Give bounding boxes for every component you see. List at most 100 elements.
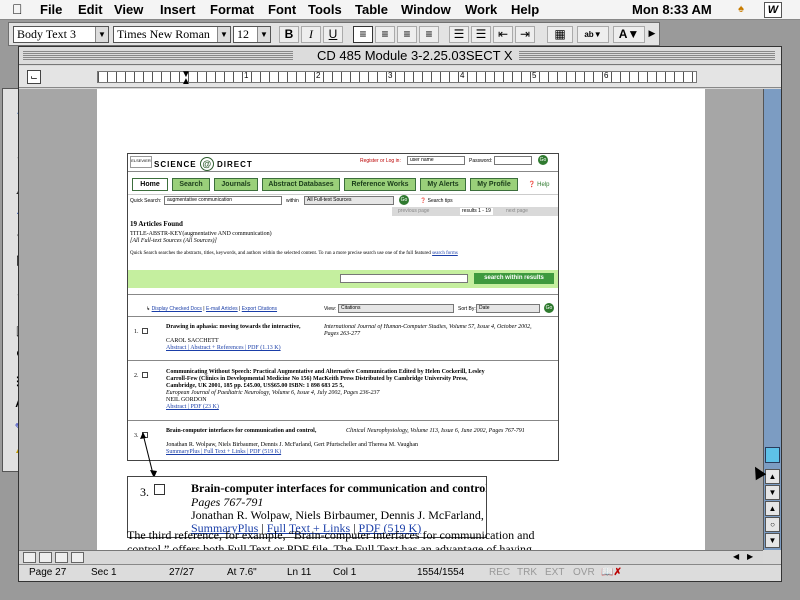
increase-indent-button[interactable]: ⇥ (515, 26, 535, 43)
bold-button[interactable]: B (279, 26, 299, 43)
align-right-button[interactable]: ≡ (397, 26, 417, 43)
align-left-button[interactable]: ≡ (353, 26, 373, 43)
result-title[interactable]: Brain-computer interfaces for communicat… (166, 428, 316, 435)
menu-work[interactable]: Work (465, 2, 497, 18)
password-input[interactable] (494, 156, 532, 165)
quick-search-go-button[interactable]: Go (399, 195, 409, 205)
scroll-right-button[interactable]: ▶ (747, 552, 753, 561)
email-articles-link[interactable]: E-mail Articles (206, 306, 238, 312)
assistant-icon[interactable]: ♠ (732, 2, 750, 18)
window-title-bar[interactable]: CD 485 Module 3-2.25.03SECT X (19, 47, 781, 65)
menu-tools[interactable]: Tools (308, 2, 342, 18)
result-title[interactable]: Communicating Without Speech: Practical … (166, 369, 485, 376)
search-tips-link[interactable]: ❓ Search tips (420, 198, 453, 205)
document-window: CD 485 Module 3-2.25.03SECT X ⌙ ▼ ▲ 1 2 3… (18, 46, 782, 582)
bulleted-list-icon: ☰ (475, 27, 487, 41)
menu-font[interactable]: Font (268, 2, 296, 18)
size-dropdown[interactable]: 12 ▼ (233, 26, 271, 43)
apple-menu-icon[interactable]:  (12, 2, 26, 17)
view-select[interactable]: Citations (338, 304, 454, 313)
previous-page-link[interactable]: previous page (398, 208, 429, 215)
toolbar-more-button[interactable]: ▶ (647, 26, 657, 43)
status-ovr[interactable]: OVR (573, 567, 595, 579)
menu-table[interactable]: Table (355, 2, 388, 18)
spelling-status-icon[interactable]: 📖✗ (601, 567, 622, 579)
result-links[interactable]: Abstract | PDF (23 K) (166, 404, 219, 411)
sd-tab-home[interactable]: Home (132, 178, 168, 191)
result-links[interactable]: Abstract | Abstract + References | PDF (… (166, 345, 281, 352)
word-app-icon[interactable]: W (764, 2, 782, 18)
result-checkbox[interactable] (142, 328, 148, 334)
export-citations-link[interactable]: Export Citations (242, 306, 277, 312)
vertical-scrollbar[interactable]: ▲ ▼ ▲ ○ ▼ (763, 89, 781, 550)
highlight-button[interactable]: ab▼ (577, 26, 609, 43)
status-trk[interactable]: TRK (517, 567, 537, 579)
status-ext[interactable]: EXT (545, 567, 564, 579)
zoom-result-checkbox[interactable] (154, 484, 165, 495)
sortby-select[interactable]: Date (476, 304, 540, 313)
scroll-down-button[interactable]: ▼ (765, 485, 780, 500)
menu-insert[interactable]: Insert (160, 2, 195, 18)
previous-page-button[interactable]: ▲ (765, 501, 780, 516)
next-page-button[interactable]: ▼ (765, 533, 780, 548)
tab-stop-icon[interactable]: ⌙ (27, 70, 41, 84)
indent-marker-icon[interactable]: ▼ ▲ (181, 70, 191, 87)
divider (128, 171, 558, 172)
divider (128, 294, 558, 295)
font-color-button[interactable]: A▼ (613, 26, 645, 43)
scroll-left-button[interactable]: ◀ (733, 552, 739, 561)
menu-window[interactable]: Window (401, 2, 451, 18)
result-checkbox[interactable] (142, 372, 148, 378)
sd-tab-my-alerts[interactable]: My Alerts (420, 178, 466, 191)
result-source: European Journal of Paediatric Neurology… (166, 390, 380, 396)
size-value: 12 (237, 27, 249, 41)
horizontal-scrollbar[interactable]: ◀ ▶ (19, 550, 763, 564)
normal-view-button[interactable] (23, 552, 36, 563)
username-input[interactable]: user name (407, 156, 465, 165)
quick-search-input[interactable]: augmentative communication (164, 196, 282, 205)
menu-edit[interactable]: Edit (78, 2, 103, 18)
underline-button[interactable]: U (323, 26, 343, 43)
display-checked-link[interactable]: Display Checked Docs (152, 306, 202, 312)
style-dropdown[interactable]: Body Text 3 ▼ (13, 26, 109, 43)
sd-tab-search[interactable]: Search (172, 178, 210, 191)
result-links[interactable]: SummaryPlus | Full Text + Links | PDF (5… (166, 449, 281, 456)
menu-help[interactable]: Help (511, 2, 539, 18)
sd-tab-reference-works[interactable]: Reference Works (344, 178, 416, 191)
outline-view-button[interactable] (71, 552, 84, 563)
next-page-link[interactable]: next page (506, 208, 528, 215)
select-browse-button[interactable]: ○ (765, 517, 780, 532)
status-page-count: 27/27 (169, 567, 195, 578)
login-go-button[interactable]: Go (538, 155, 548, 165)
justify-button[interactable]: ≡ (419, 26, 439, 43)
sd-tab-my-profile[interactable]: My Profile (470, 178, 518, 191)
menu-format[interactable]: Format (210, 2, 254, 18)
help-link[interactable]: ❓ Help (528, 182, 550, 189)
scroll-thumb[interactable] (765, 447, 780, 463)
menu-clock[interactable]: Mon 8:33 AM (632, 2, 712, 18)
result-title-line2: Carroll-Few (Clinics in Developmental Me… (166, 376, 468, 382)
search-within-input[interactable] (340, 274, 468, 283)
menu-file[interactable]: File (40, 2, 62, 18)
within-select[interactable]: All Full-text Sources (304, 196, 394, 205)
decrease-indent-button[interactable]: ⇤ (493, 26, 513, 43)
style-value: Body Text 3 (17, 27, 76, 41)
align-center-button[interactable]: ≡ (375, 26, 395, 43)
sd-tab-abstract-databases[interactable]: Abstract Databases (262, 178, 340, 191)
status-rec[interactable]: REC (489, 567, 510, 579)
italic-button[interactable]: I (301, 26, 321, 43)
online-layout-button[interactable] (39, 552, 52, 563)
sort-go-button[interactable]: Go (544, 303, 554, 313)
search-forms-link[interactable]: search forms (432, 251, 458, 256)
numbering-button[interactable]: ☰ (449, 26, 469, 43)
font-dropdown[interactable]: Times New Roman ▼ (113, 26, 231, 43)
scroll-up-button[interactable]: ▲ (765, 469, 780, 484)
sd-tab-journals[interactable]: Journals (214, 178, 258, 191)
menu-view[interactable]: View (114, 2, 143, 18)
borders-button[interactable]: ▦ (547, 26, 573, 43)
bullets-button[interactable]: ☰ (471, 26, 491, 43)
page-layout-button[interactable] (55, 552, 68, 563)
ruler[interactable]: ⌙ ▼ ▲ 1 2 3 4 5 6 (19, 66, 781, 88)
search-within-button[interactable]: search within results (474, 273, 554, 284)
result-title[interactable]: Drawing in aphasia: moving towards the i… (166, 324, 301, 331)
